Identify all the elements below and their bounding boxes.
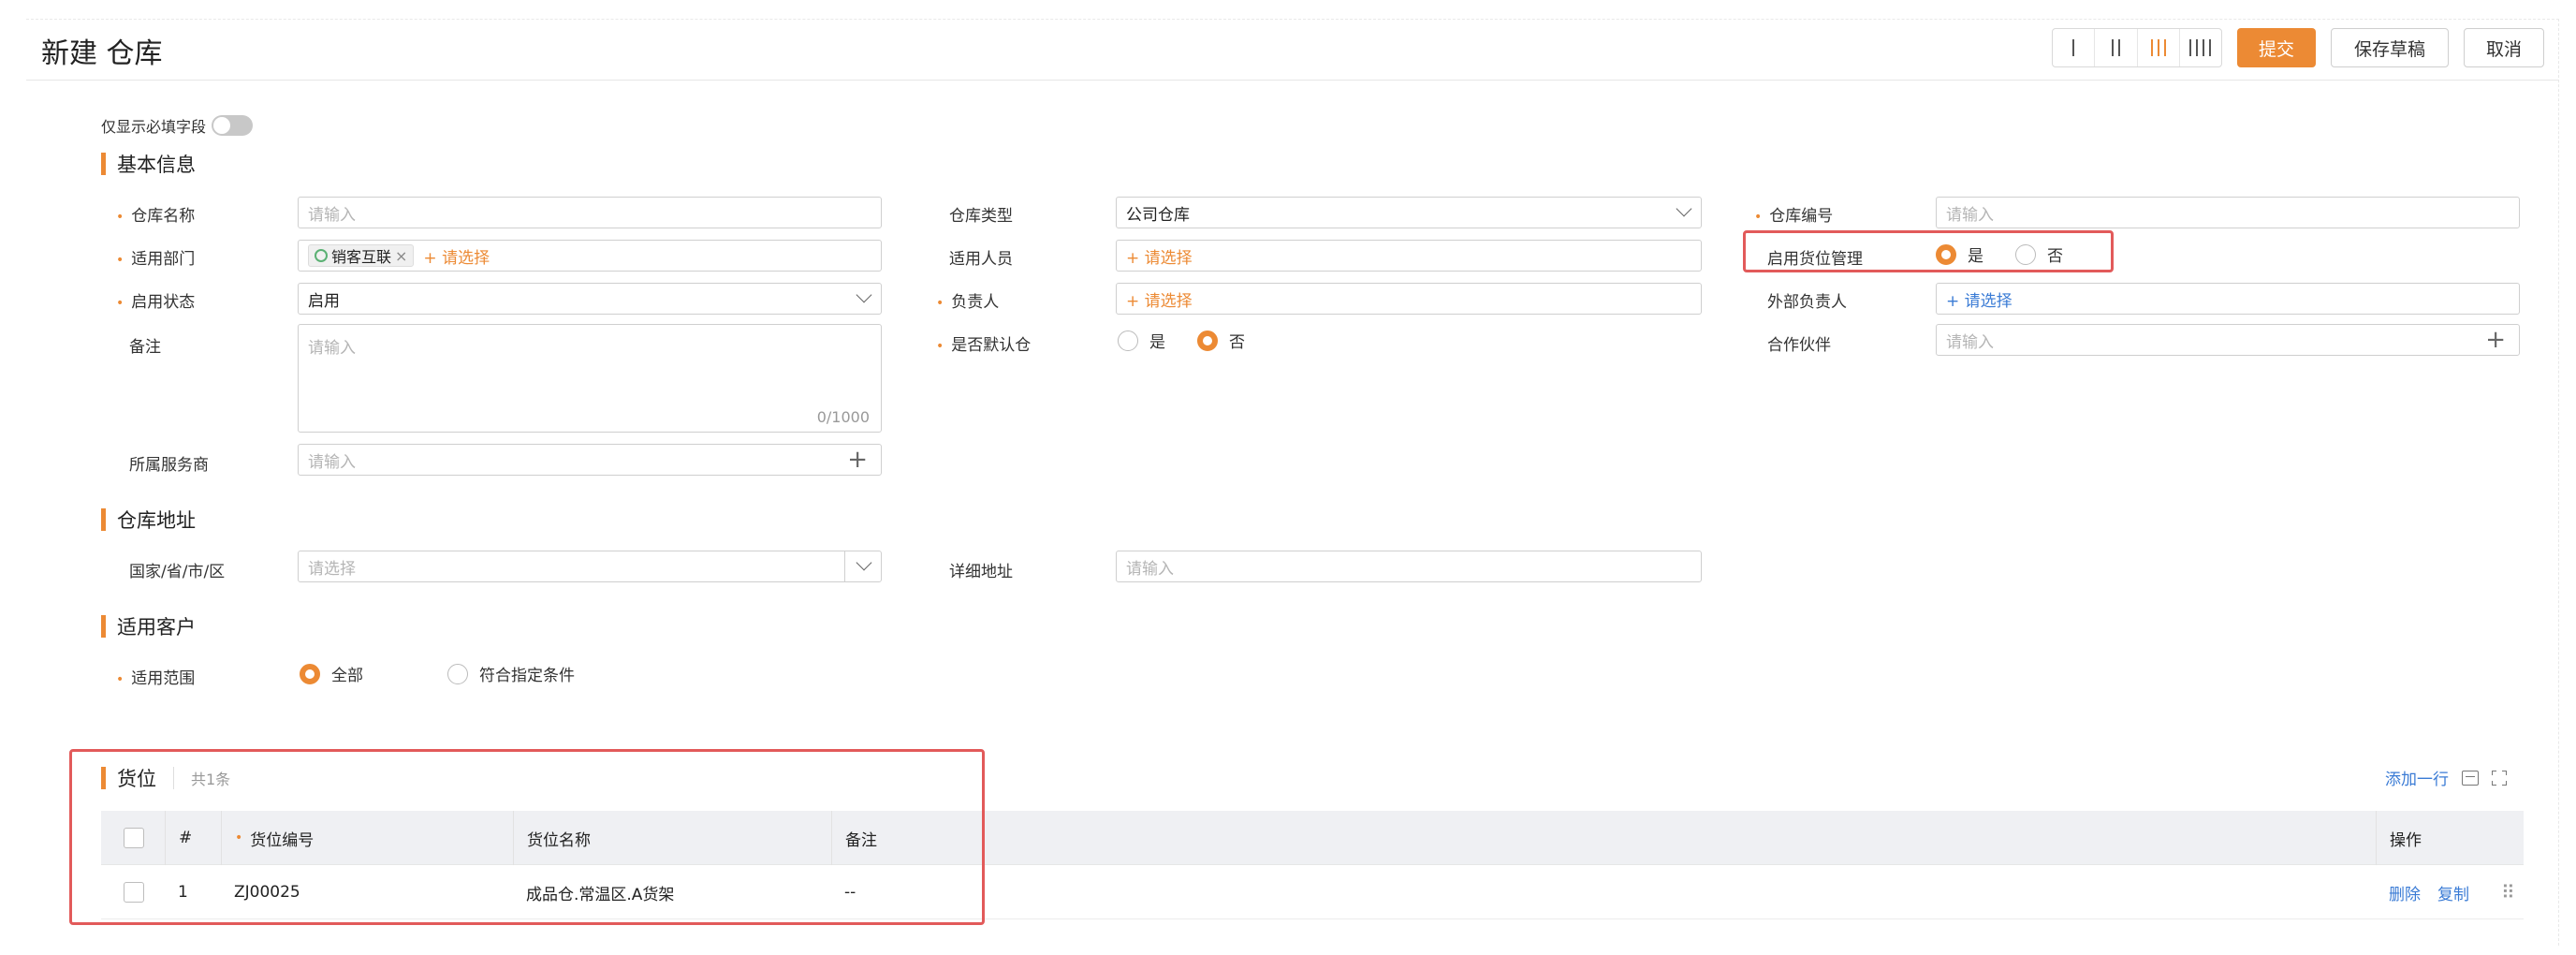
plus-icon[interactable]: + — [2485, 328, 2506, 352]
section-title: 基本信息 — [117, 154, 196, 176]
chevron-down-icon — [856, 286, 872, 303]
remarks-textarea[interactable]: 请输入 0/1000 — [298, 324, 882, 433]
region-select[interactable]: 请选择 — [298, 551, 882, 582]
scope-conditional-radio[interactable]: 符合指定条件 — [447, 662, 575, 685]
status-select[interactable]: 启用 — [298, 283, 882, 315]
tag-remove-icon[interactable]: × — [395, 247, 407, 265]
section-title: 适用客户 — [117, 616, 196, 639]
add-row-link[interactable]: 添加一行 — [2385, 766, 2449, 789]
layout-3-columns[interactable] — [2138, 29, 2180, 66]
is-default-radio-group: 是 否 — [1118, 329, 1277, 352]
section-customer: 适用客户 — [101, 612, 196, 640]
external-owner-label: 外部负责人 — [1767, 293, 1847, 312]
partner-label: 合作伙伴 — [1767, 336, 1831, 355]
fullscreen-icon[interactable] — [2492, 770, 2507, 786]
chevron-down-icon — [856, 554, 872, 571]
department-tag: 销客互联 × — [308, 244, 415, 267]
section-accent-bar — [101, 153, 106, 175]
owner-select[interactable]: + 请选择 — [1116, 283, 1702, 315]
layout-4-columns[interactable] — [2180, 29, 2221, 66]
cancel-button[interactable]: 取消 — [2464, 28, 2544, 67]
page-header: 新建 仓库 提交 保存草稿 取消 — [26, 21, 2559, 81]
col-actions: 操作 — [2376, 811, 2524, 865]
service-provider-label: 所属服务商 — [129, 456, 209, 475]
highlight-location-mgmt — [1743, 230, 2114, 272]
users-label: 适用人员 — [949, 250, 1013, 269]
save-draft-button[interactable]: 保存草稿 — [2331, 28, 2449, 67]
scope-all-radio[interactable]: 全部 — [300, 662, 363, 685]
warehouse-code-input[interactable]: 请输入 — [1936, 197, 2520, 228]
external-owner-add-link[interactable]: + 请选择 — [1946, 287, 2012, 311]
detail-address-input[interactable]: 请输入 — [1116, 551, 1702, 582]
department-icon — [315, 249, 328, 262]
section-accent-bar — [101, 615, 106, 638]
section-basic-info: 基本信息 — [101, 150, 196, 178]
external-owner-select[interactable]: + 请选择 — [1936, 283, 2520, 315]
row-actions: 删除 复制 — [2389, 865, 2486, 919]
copy-row-link[interactable]: 复制 — [2437, 881, 2469, 904]
scope-label: • 适用范围 — [116, 669, 196, 688]
service-provider-input[interactable]: 请输入 + — [298, 444, 882, 476]
remarks-label: 备注 — [129, 338, 161, 357]
plus-icon[interactable]: + — [847, 448, 868, 472]
scope-radio-group: 全部 符合指定条件 — [300, 662, 607, 685]
drag-handle-icon[interactable]: ⠿ — [2501, 865, 2515, 919]
required-only-label: 仅显示必填字段 — [101, 118, 207, 136]
owner-add-link[interactable]: + 请选择 — [1126, 287, 1193, 311]
partner-input[interactable]: 请输入 + — [1936, 324, 2520, 356]
warehouse-name-input[interactable]: 请输入 — [298, 197, 882, 228]
detail-address-label: 详细地址 — [949, 563, 1013, 581]
table-actions: 添加一行 — [2385, 766, 2507, 789]
page-title: 新建 仓库 — [41, 37, 163, 70]
owner-label: • 负责人 — [936, 293, 1000, 312]
required-only-toggle-row: 仅显示必填字段 — [101, 114, 254, 137]
section-title: 仓库地址 — [117, 509, 196, 532]
users-select[interactable]: + 请选择 — [1116, 240, 1702, 272]
column-settings-icon[interactable] — [2462, 770, 2479, 786]
section-address: 仓库地址 — [101, 506, 196, 534]
section-accent-bar — [101, 508, 106, 531]
warehouse-name-label: • 仓库名称 — [116, 207, 196, 226]
highlight-location-section — [69, 749, 985, 925]
layout-2-columns[interactable] — [2095, 29, 2138, 66]
warehouse-type-label: 仓库类型 — [949, 207, 1013, 226]
delete-row-link[interactable]: 删除 — [2389, 881, 2421, 904]
submit-button[interactable]: 提交 — [2237, 28, 2316, 67]
warehouse-code-label: • 仓库编号 — [1754, 207, 1834, 226]
is-default-yes-radio[interactable]: 是 — [1118, 329, 1165, 352]
department-label: • 适用部门 — [116, 250, 196, 269]
remarks-counter: 0/1000 — [816, 408, 870, 426]
col-note: 备注 — [831, 811, 2422, 865]
department-add-link[interactable]: + 请选择 — [423, 244, 490, 268]
chevron-down-icon — [1676, 200, 1692, 217]
column-layout-switch — [2052, 28, 2222, 67]
layout-1-column[interactable] — [2053, 29, 2096, 66]
region-label: 国家/省/市/区 — [129, 563, 226, 581]
is-default-no-radio[interactable]: 否 — [1197, 329, 1245, 352]
warehouse-type-select[interactable]: 公司仓库 — [1116, 197, 1702, 228]
is-default-label: • 是否默认仓 — [936, 336, 1032, 355]
status-label: • 启用状态 — [116, 293, 196, 312]
users-add-link[interactable]: + 请选择 — [1126, 244, 1193, 268]
required-only-switch[interactable] — [212, 115, 254, 136]
department-select[interactable]: 销客互联 × + 请选择 — [298, 240, 882, 272]
